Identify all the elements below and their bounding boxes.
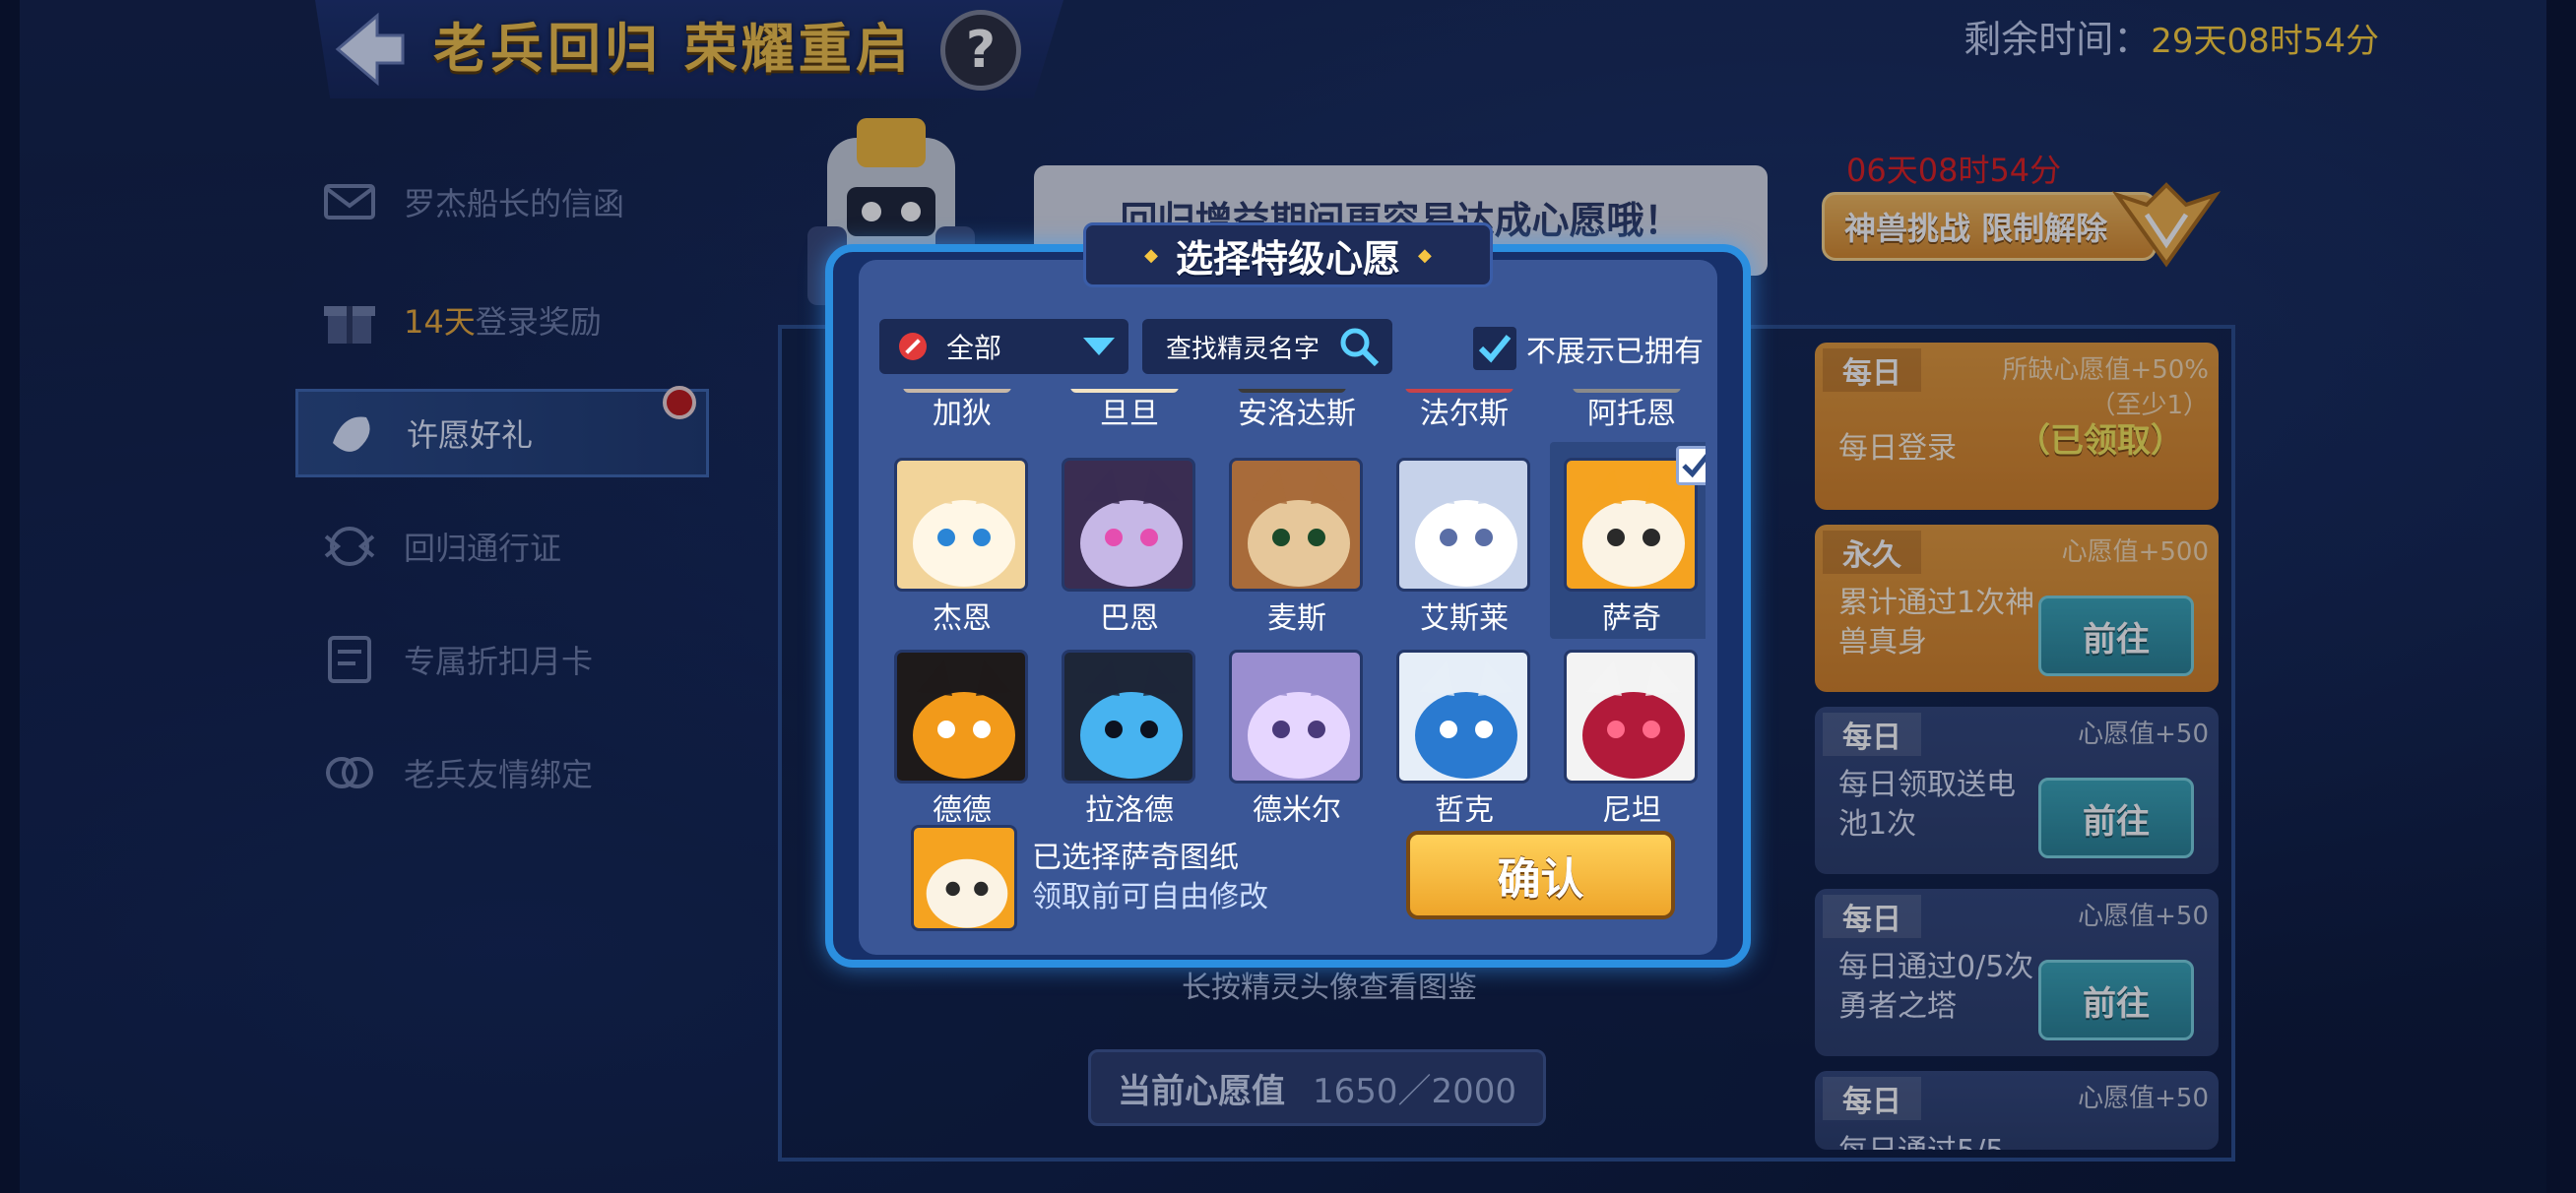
pet-name: 尼坦 — [1602, 793, 1661, 822]
pet-name: 德米尔 — [1253, 793, 1341, 822]
selected-subtitle: 领取前可自由修改 — [1032, 880, 1268, 914]
pet-card[interactable]: 艾斯莱 — [1381, 458, 1548, 645]
pet-name: 萨奇 — [1602, 601, 1661, 636]
pet-name-partial[interactable]: 阿托恩 — [1548, 389, 1706, 432]
pet-card[interactable]: 德德 — [878, 650, 1046, 822]
pet-name: 拉洛德 — [1085, 793, 1174, 822]
pet-avatar[interactable] — [1564, 650, 1698, 784]
pet-avatar[interactable] — [1396, 458, 1530, 592]
pet-card[interactable]: 尼坦 — [1548, 650, 1706, 822]
pet-avatar[interactable] — [1396, 650, 1530, 784]
modal-title-bar: ◆ 选择特级心愿 ◆ — [1083, 222, 1493, 287]
pet-avatar[interactable] — [1229, 650, 1363, 784]
pet-name: 杰恩 — [933, 601, 992, 636]
confirm-button[interactable]: 确认 — [1406, 831, 1675, 919]
pet-avatar[interactable] — [894, 458, 1028, 592]
pet-card[interactable]: 杰恩 — [878, 458, 1046, 645]
pet-name: 艾斯莱 — [1420, 601, 1509, 636]
diamond-icon: ◆ — [1144, 244, 1158, 266]
selected-pet-preview — [911, 825, 1017, 931]
pet-name: 巴恩 — [1100, 601, 1159, 636]
pet-avatar[interactable] — [1062, 458, 1195, 592]
chevron-down-icon — [1083, 338, 1115, 355]
checkbox-checked-icon — [1676, 446, 1706, 485]
pet-name-partial[interactable]: 法尔斯 — [1381, 389, 1548, 432]
search-placeholder: 查找精灵名字 — [1166, 334, 1320, 364]
pet-name: 哲克 — [1435, 793, 1494, 822]
checkbox-checked-icon — [1473, 327, 1516, 370]
pet-card[interactable]: 巴恩 — [1046, 458, 1213, 645]
pet-grid: 加狄 旦旦 安洛达斯 法尔斯 阿托恩 杰恩 巴恩 麦斯 艾斯莱 萨奇德德 拉洛德 德米尔 哲克… — [878, 389, 1706, 822]
pet-avatar[interactable] — [894, 650, 1028, 784]
hide-owned-label: 不展示已拥有 — [1526, 335, 1704, 369]
pet-card[interactable]: 拉洛德 — [1046, 650, 1213, 822]
pet-name-partial[interactable]: 安洛达斯 — [1213, 389, 1381, 432]
pet-name: 麦斯 — [1267, 601, 1326, 636]
pet-card[interactable]: 萨奇 — [1548, 442, 1706, 645]
pet-avatar[interactable] — [1062, 650, 1195, 784]
modal-title: 选择特级心愿 — [1175, 236, 1400, 281]
selected-info: 已选择萨奇图纸 领取前可自由修改 — [1032, 839, 1268, 917]
search-icon — [1340, 328, 1380, 367]
selected-title: 已选择萨奇图纸 — [1032, 841, 1239, 875]
filter-value: 全部 — [946, 332, 1002, 364]
filter-dropdown[interactable]: 全部 — [879, 319, 1128, 374]
pet-avatar[interactable] — [1229, 458, 1363, 592]
pet-card[interactable]: 德米尔 — [1213, 650, 1381, 822]
pet-card[interactable]: 哲克 — [1381, 650, 1548, 822]
hide-owned-toggle[interactable]: 不展示已拥有 — [1473, 321, 1704, 376]
pet-row-partial: 加狄 旦旦 安洛达斯 法尔斯 阿托恩 — [878, 389, 1706, 438]
no-filter-icon — [899, 333, 927, 360]
search-input[interactable]: 查找精灵名字 — [1142, 319, 1392, 374]
pet-card[interactable]: 麦斯 — [1213, 458, 1381, 645]
pet-name: 德德 — [933, 793, 992, 822]
pet-name-partial[interactable]: 旦旦 — [1046, 389, 1213, 432]
diamond-icon: ◆ — [1418, 244, 1432, 266]
pet-name-partial[interactable]: 加狄 — [878, 389, 1046, 432]
